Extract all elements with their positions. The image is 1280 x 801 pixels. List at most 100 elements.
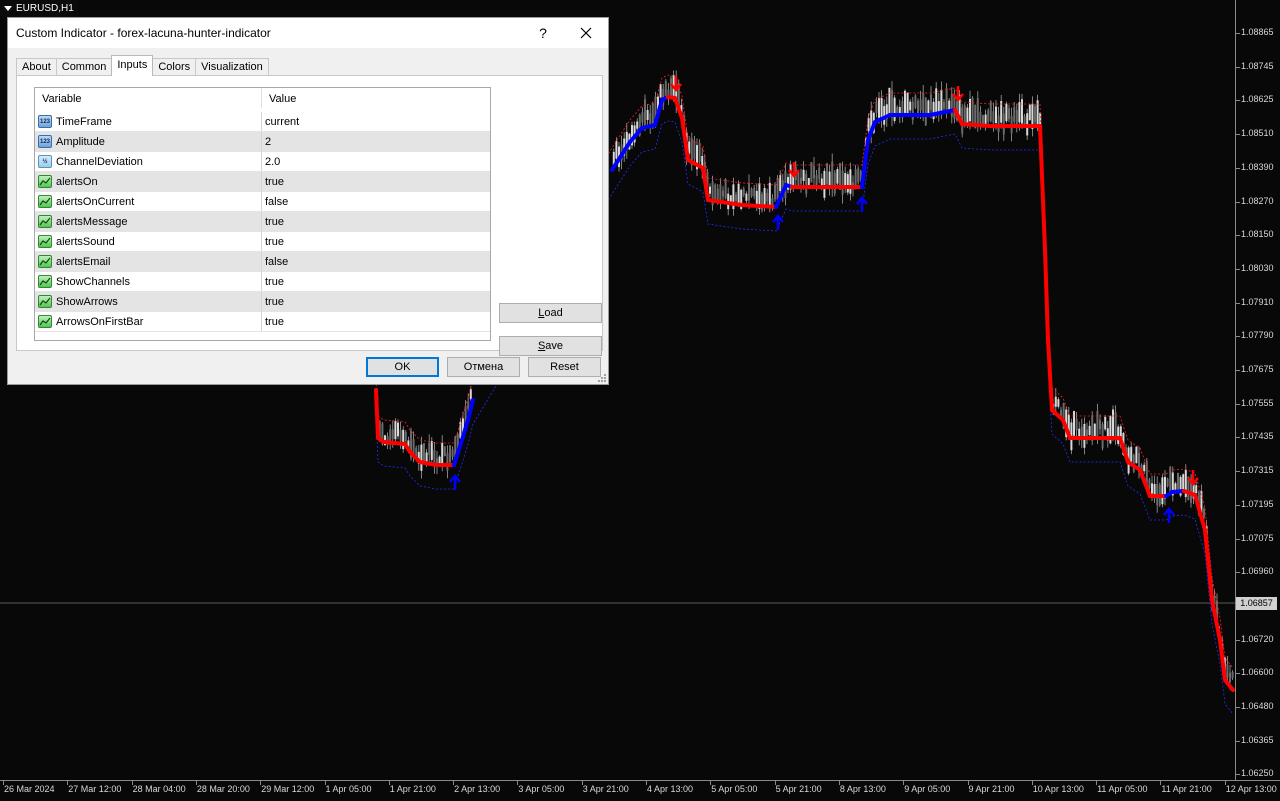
cell-variable[interactable]: ½ ChannelDeviation (35, 152, 262, 171)
time-label: 10 Apr 13:00 (1032, 784, 1084, 794)
candle-body (449, 445, 451, 463)
table-row[interactable]: ArrowsOnFirstBar true (35, 312, 490, 332)
cell-value[interactable]: false (262, 192, 490, 211)
tab-inputs[interactable]: Inputs (111, 55, 154, 76)
candle-body (805, 173, 808, 194)
table-row[interactable]: alertsOnCurrent false (35, 192, 490, 212)
candle-body (644, 99, 646, 127)
cell-variable[interactable]: alertsOnCurrent (35, 192, 262, 211)
candle-body (924, 97, 927, 126)
time-axis[interactable]: 26 Mar 2024 27 Mar 12:00 28 Mar 04:00 28 Ma… (0, 780, 1280, 801)
variable-name: alertsOn (56, 175, 98, 188)
resize-grip-icon[interactable] (598, 374, 606, 382)
cell-value[interactable]: true (262, 272, 490, 291)
cancel-button[interactable]: Отмена (447, 357, 520, 377)
table-row[interactable]: ½ ChannelDeviation 2.0 (35, 152, 490, 172)
price-tick (1236, 100, 1240, 102)
column-header-variable[interactable]: Variable (35, 88, 262, 108)
candle-body (1117, 426, 1120, 444)
cell-variable[interactable]: alertsMessage (35, 212, 262, 231)
cell-value[interactable]: true (262, 312, 490, 331)
price-label: 1.08030 (1241, 262, 1274, 273)
tab-about[interactable]: About (16, 58, 57, 76)
tab-common[interactable]: Common (55, 58, 113, 76)
column-header-value[interactable]: Value (262, 88, 490, 108)
candle-body (745, 193, 748, 201)
table-row[interactable]: 123 TimeFrame current (35, 112, 490, 132)
candle-body (820, 178, 823, 186)
candle-body (1002, 113, 1005, 135)
cell-variable[interactable]: ArrowsOnFirstBar (35, 312, 262, 331)
close-button[interactable] (570, 18, 602, 48)
load-button[interactable]: Load (499, 303, 602, 323)
candle-body (1135, 446, 1138, 464)
cell-value[interactable]: true (262, 212, 490, 231)
cell-value[interactable]: true (262, 292, 490, 311)
bool-chart-glyph (39, 197, 51, 206)
price-label: 1.08390 (1241, 161, 1274, 172)
candle-body (1096, 410, 1099, 437)
candle-body (1013, 106, 1016, 123)
ok-button[interactable]: OK (366, 357, 439, 377)
table-row[interactable]: alertsOn true (35, 172, 490, 192)
cell-variable[interactable]: alertsOn (35, 172, 262, 191)
icon-glyph: 123 (39, 138, 50, 145)
cell-value[interactable]: true (262, 172, 490, 191)
price-tick (1236, 774, 1240, 776)
cell-value[interactable]: false (262, 252, 490, 271)
cell-variable[interactable]: alertsSound (35, 232, 262, 251)
cell-value[interactable]: 2.0 (262, 152, 490, 171)
candle-body (394, 421, 397, 440)
icon-glyph: ½ (42, 158, 48, 165)
candle-body (987, 110, 990, 122)
price-axis[interactable]: 1.08865 1.08745 1.08625 1.08510 1.08390 1.082… (1235, 0, 1280, 780)
cell-variable[interactable]: 123 TimeFrame (35, 112, 262, 131)
candle-body (976, 98, 979, 125)
candle-body (904, 90, 906, 113)
candle-body (841, 170, 844, 195)
candle-body (813, 165, 815, 179)
candle-body (875, 101, 878, 114)
time-label: 5 Apr 21:00 (775, 784, 822, 794)
price-label: 1.08625 (1241, 94, 1274, 105)
price-label: 1.07195 (1241, 498, 1274, 509)
cell-value[interactable]: true (262, 232, 490, 251)
candle-body (810, 162, 813, 183)
table-row[interactable]: ShowChannels true (35, 272, 490, 292)
tab-visualization[interactable]: Visualization (195, 58, 269, 76)
help-button[interactable]: ? (528, 18, 558, 48)
save-button[interactable]: Save (499, 336, 602, 356)
dialog-titlebar[interactable]: Custom Indicator - forex-lacuna-hunter-i… (8, 18, 608, 48)
cell-value[interactable]: current (262, 112, 490, 131)
table-row[interactable]: alertsEmail false (35, 252, 490, 272)
bool-chart-glyph (39, 217, 51, 226)
price-tick (1236, 302, 1240, 304)
cell-variable[interactable]: 123 Amplitude (35, 132, 262, 151)
candle-body (766, 193, 769, 202)
icon-glyph: 123 (39, 118, 50, 125)
candle-body (948, 100, 951, 110)
price-tick (1236, 572, 1240, 574)
table-row[interactable]: 123 Amplitude 2 (35, 132, 490, 152)
bear-trend-line (382, 440, 407, 446)
chart-symbol-tab[interactable]: EURUSD,H1 (0, 0, 78, 17)
price-tick (1236, 336, 1240, 338)
tab-colors[interactable]: Colors (152, 58, 197, 76)
table-row[interactable]: alertsSound true (35, 232, 490, 252)
price-label: 1.08510 (1241, 128, 1274, 139)
cell-variable[interactable]: alertsEmail (35, 252, 262, 271)
price-tick (1236, 66, 1240, 68)
candle-body (737, 183, 740, 204)
int-icon: 123 (38, 135, 52, 148)
variable-name: ArrowsOnFirstBar (56, 315, 144, 328)
table-row[interactable]: alertsMessage true (35, 212, 490, 232)
current-price-badge: 1.06857 (1236, 597, 1277, 610)
bear-trend-line (686, 158, 705, 170)
time-label: 11 Apr 05:00 (1097, 784, 1148, 794)
reset-button[interactable]: Reset (528, 357, 601, 377)
cell-variable[interactable]: ShowChannels (35, 272, 262, 291)
candle-body (1195, 485, 1198, 494)
cell-variable[interactable]: ShowArrows (35, 292, 262, 311)
table-row[interactable]: ShowArrows true (35, 292, 490, 312)
cell-value[interactable]: 2 (262, 132, 490, 151)
